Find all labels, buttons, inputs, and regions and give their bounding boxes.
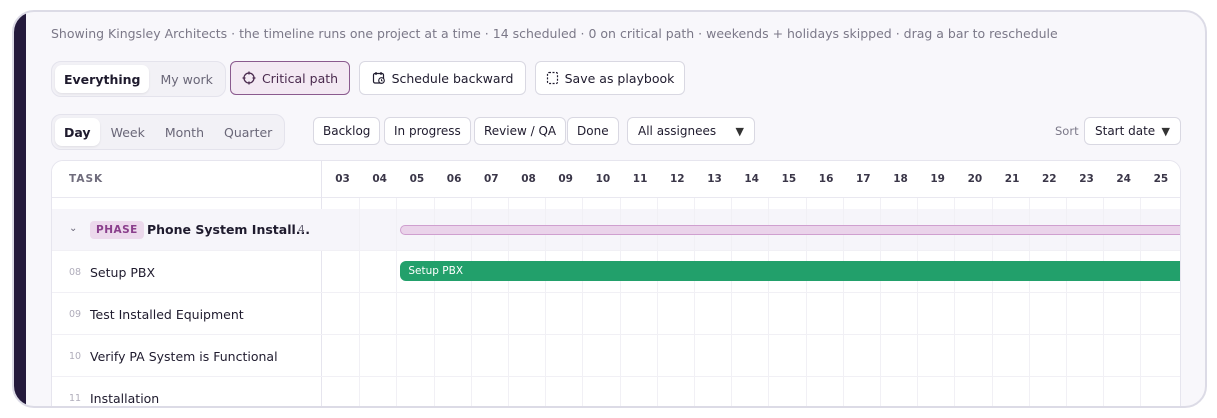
- day-label: 05: [409, 173, 425, 185]
- scope-my-work[interactable]: My work: [151, 65, 221, 93]
- day-label: 07: [483, 173, 499, 185]
- zoom-week[interactable]: Week: [102, 118, 154, 146]
- phase-badge: PHASE: [90, 221, 144, 239]
- assignee-select-value: All assignees: [638, 124, 717, 138]
- save-playbook-button[interactable]: Save as playbook: [535, 61, 685, 95]
- grid-line: [359, 198, 361, 406]
- task-bar-label: Setup PBX: [408, 265, 464, 277]
- task-id: 10: [69, 351, 82, 362]
- day-label: 09: [558, 173, 573, 185]
- critical-path-label: Critical path: [261, 70, 339, 86]
- task-column-header: TASK: [69, 173, 104, 185]
- phase-task-count: 4: [298, 224, 305, 236]
- grid-line: [396, 198, 398, 406]
- assignee-select[interactable]: All assignees ▼: [627, 117, 755, 145]
- day-label: 22: [1041, 173, 1057, 185]
- gantt-header: TASK 03 04 05 06 07 08 09 10 11 12 13 14 15 16 17 18 19 2…: [52, 161, 1180, 198]
- app-frame: Showing Kingsley Architects · the timeli…: [12, 10, 1207, 408]
- calendar-clock-icon: [372, 72, 385, 84]
- day-label: 15: [781, 173, 797, 185]
- chevron-down-icon: ▼: [735, 124, 744, 138]
- zoom-toggle: Day Week Month Quarter: [51, 114, 286, 150]
- day-label: 04: [372, 173, 387, 185]
- playbook-icon: [546, 71, 558, 85]
- day-label: 03: [335, 173, 350, 185]
- zoom-day[interactable]: Day: [55, 118, 100, 146]
- crosshair-icon: [242, 71, 256, 85]
- day-label: 23: [1079, 173, 1094, 185]
- chevron-down-icon: ▼: [1161, 124, 1170, 138]
- day-label: 20: [967, 173, 983, 185]
- scope-everything[interactable]: Everything: [55, 65, 150, 93]
- table-row[interactable]: 10 Verify PA System is Functional: [52, 335, 1180, 377]
- day-label: 18: [893, 173, 908, 185]
- zoom-quarter[interactable]: Quarter: [215, 118, 281, 146]
- filter-review-qa[interactable]: Review / QA: [474, 117, 567, 145]
- zoom-month[interactable]: Month: [156, 118, 213, 146]
- filter-done[interactable]: Done: [567, 117, 619, 145]
- task-id: 08: [69, 267, 82, 278]
- day-label: 25: [1153, 173, 1169, 185]
- task-title: Test Installed Equipment: [90, 307, 244, 322]
- day-label: 12: [669, 173, 685, 185]
- timeline-summary: Showing Kingsley Architects · the timeli…: [51, 26, 1058, 41]
- table-row[interactable]: 11 Installation: [52, 377, 1180, 406]
- chevron-down-icon[interactable]: ⌄: [69, 223, 77, 234]
- day-label: 08: [521, 173, 536, 185]
- task-bar[interactable]: Setup PBX: [400, 261, 1180, 281]
- schedule-backward-label: Schedule backward: [391, 70, 514, 86]
- scope-toggle: Everything My work: [51, 61, 226, 97]
- task-id: 11: [69, 393, 82, 404]
- gantt-chart: TASK 03 04 05 06 07 08 09 10 11 12 13 14 15 16 17 18 19 2…: [51, 160, 1181, 406]
- task-title: Setup PBX: [90, 265, 156, 280]
- sort-select[interactable]: Start date ▼: [1084, 117, 1181, 145]
- task-title: Verify PA System is Functional: [90, 349, 278, 364]
- table-row[interactable]: 09 Test Installed Equipment: [52, 293, 1180, 335]
- critical-path-button[interactable]: Critical path: [230, 61, 350, 95]
- sort-select-value: Start date: [1095, 124, 1156, 138]
- day-label: 21: [1004, 173, 1020, 185]
- day-label: 17: [855, 173, 871, 185]
- task-id: 09: [69, 309, 82, 320]
- sort-label: Sort: [1055, 124, 1079, 138]
- filter-backlog[interactable]: Backlog: [313, 117, 381, 145]
- filter-in-progress[interactable]: In progress: [384, 117, 471, 145]
- phase-title: Phone System Install...: [147, 222, 311, 237]
- day-label: 24: [1116, 173, 1131, 185]
- task-title: Installation: [90, 391, 160, 406]
- day-label: 13: [707, 173, 722, 185]
- day-label: 06: [446, 173, 462, 185]
- schedule-backward-button[interactable]: Schedule backward: [359, 61, 526, 95]
- save-playbook-label: Save as playbook: [564, 70, 675, 86]
- day-label: 19: [930, 173, 945, 185]
- phase-bar[interactable]: [400, 225, 1180, 235]
- day-label: 11: [632, 173, 648, 185]
- day-label: 14: [744, 173, 759, 185]
- sidebar-edge: [14, 12, 26, 406]
- day-label: 16: [818, 173, 834, 185]
- day-label: 10: [595, 173, 611, 185]
